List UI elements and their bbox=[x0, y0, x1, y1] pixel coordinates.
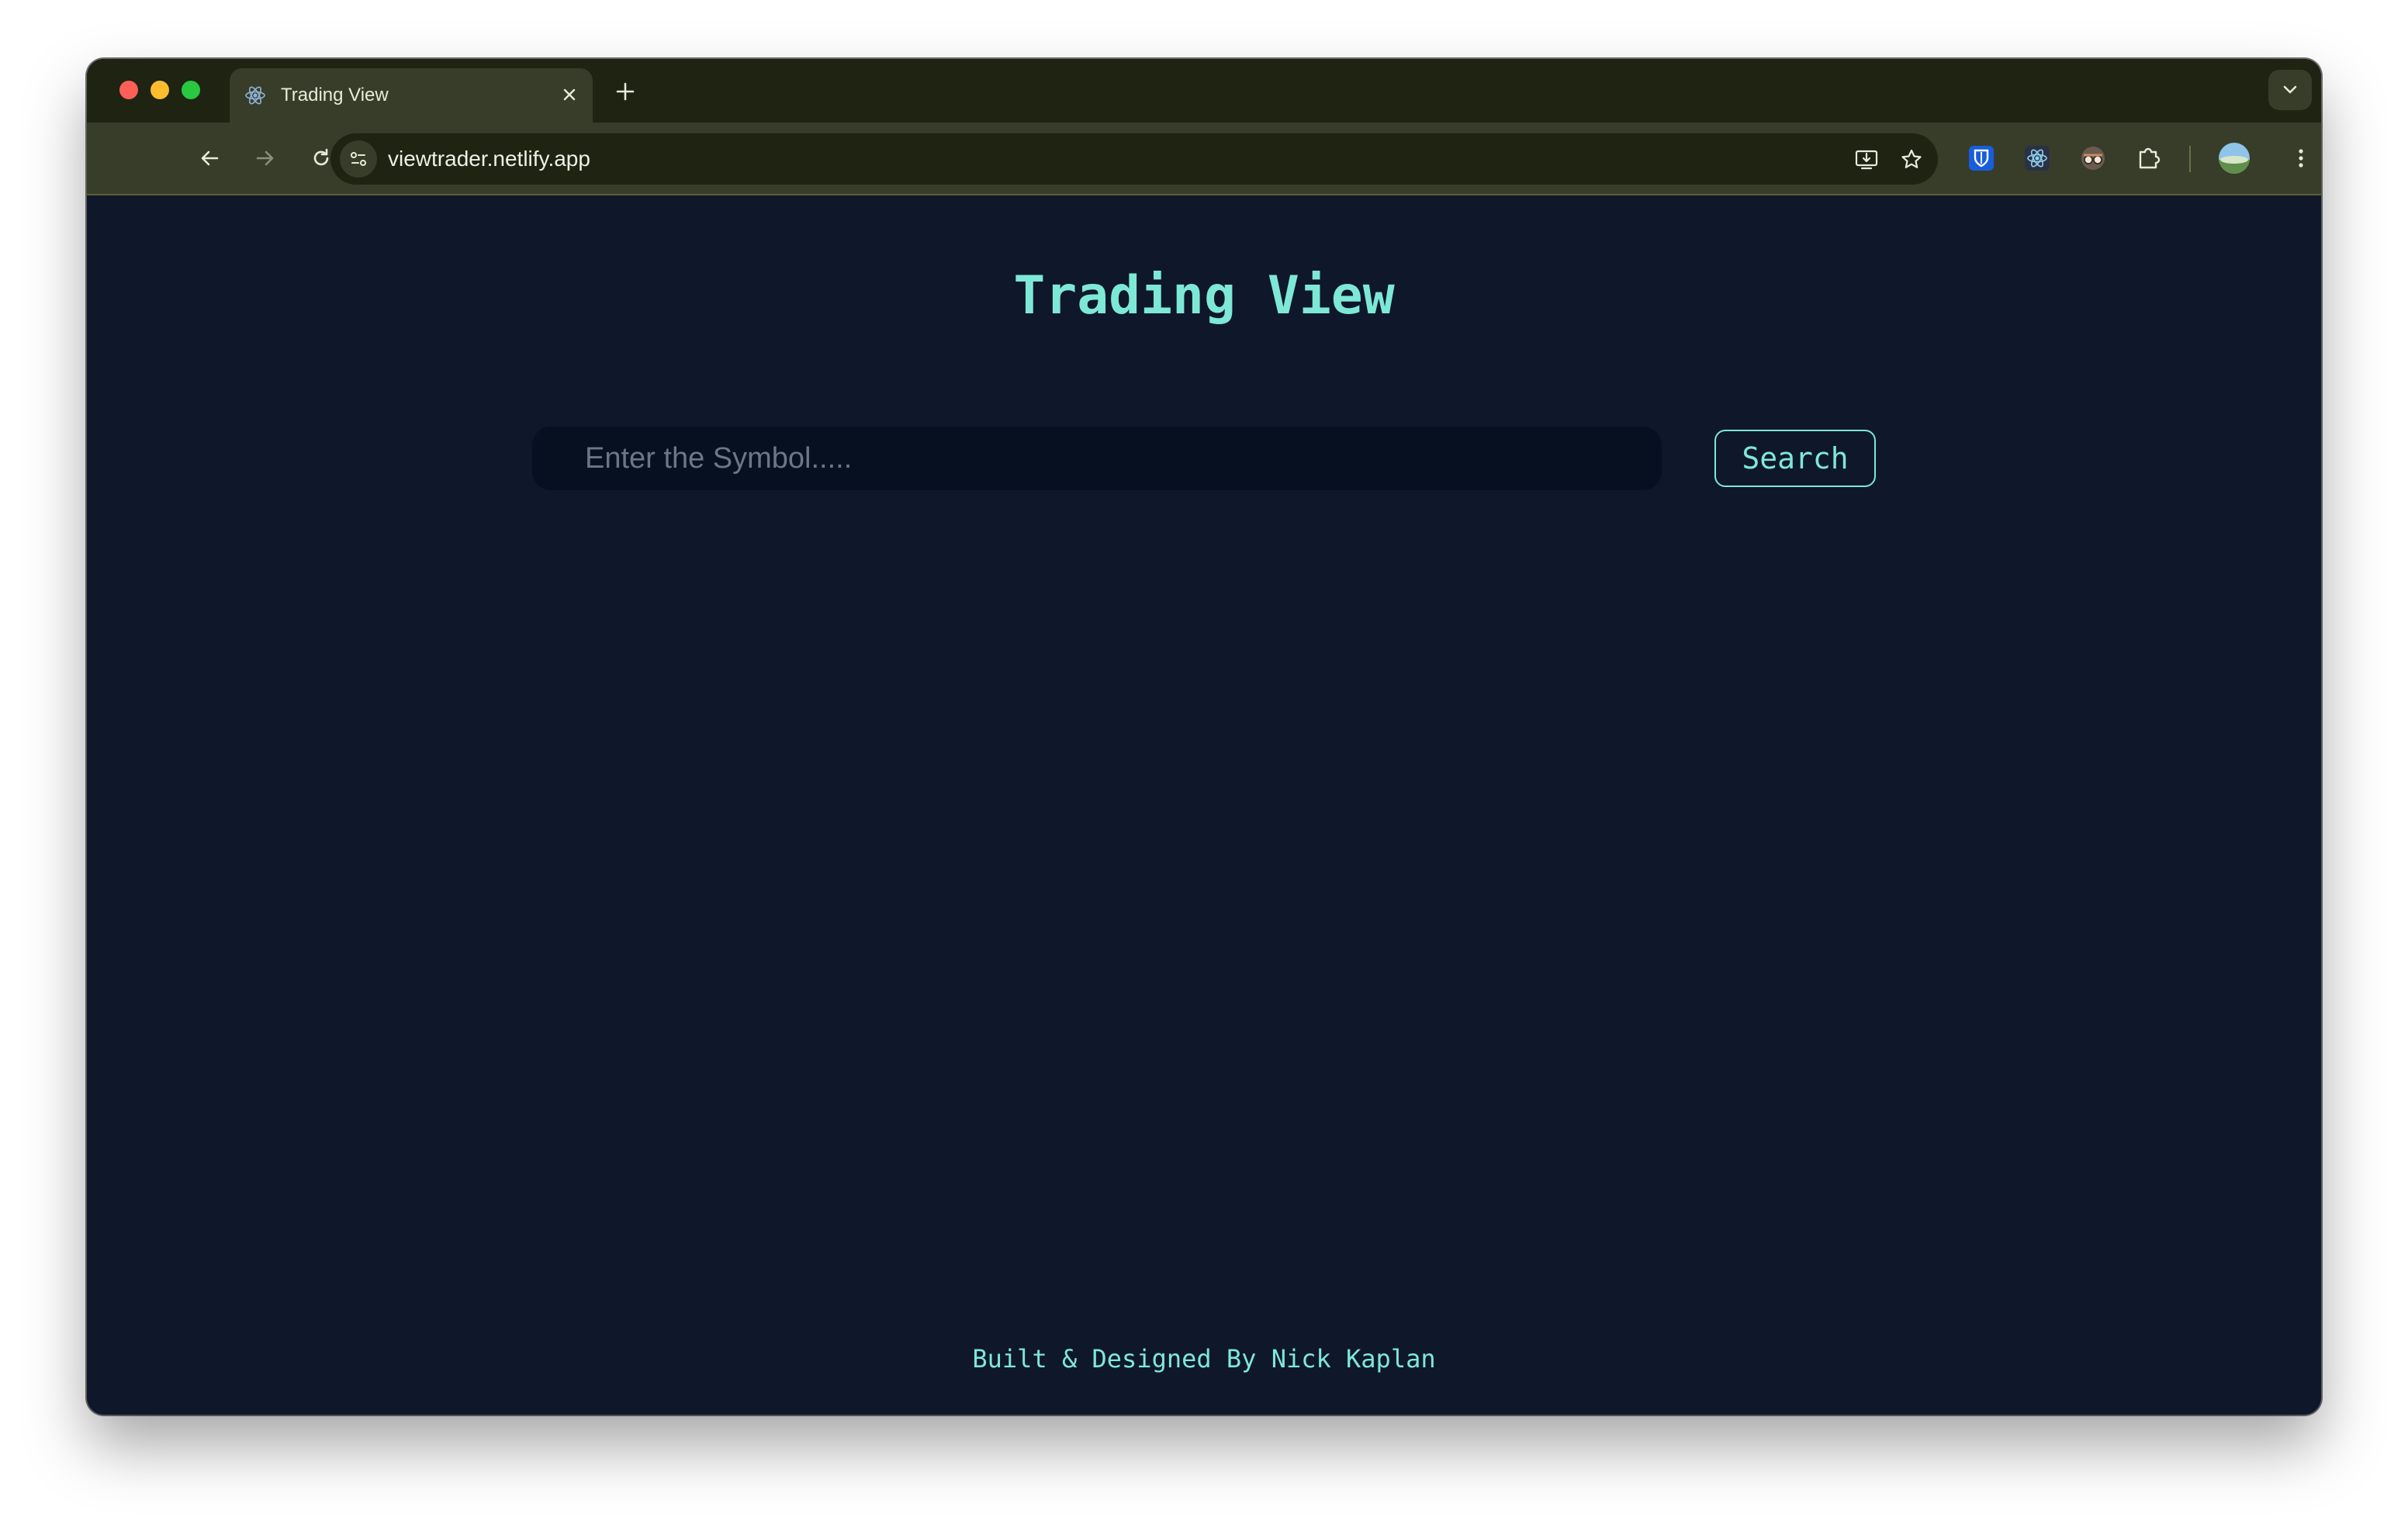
install-app-icon[interactable] bbox=[1851, 144, 1882, 175]
search-button[interactable]: Search bbox=[1714, 430, 1876, 487]
toolbar-divider bbox=[2189, 146, 2191, 172]
page-title: Trading View bbox=[1013, 265, 1395, 327]
site-info-icon bbox=[351, 152, 366, 166]
url-text: viewtrader.netlify.app bbox=[388, 147, 590, 171]
tab-title: Trading View bbox=[281, 85, 389, 105]
tab-strip: Trading View bbox=[87, 59, 2321, 123]
minimize-window-button[interactable] bbox=[150, 81, 169, 99]
tab-search-button[interactable] bbox=[2268, 70, 2312, 110]
react-devtools-icon[interactable] bbox=[2020, 141, 2054, 175]
chevron-down-icon bbox=[2283, 85, 2297, 94]
symbol-search-input[interactable] bbox=[532, 427, 1662, 490]
extensions-puzzle-icon[interactable] bbox=[2132, 141, 2166, 175]
tab-trading-view[interactable]: Trading View bbox=[230, 68, 593, 123]
kebab-menu-icon[interactable] bbox=[2292, 141, 2310, 175]
react-icon bbox=[245, 86, 265, 105]
bitwarden-icon[interactable] bbox=[1964, 141, 1998, 175]
back-arrow-icon[interactable] bbox=[194, 143, 225, 174]
bookmark-star-icon[interactable] bbox=[1896, 144, 1927, 175]
incognito-extension-icon[interactable] bbox=[2076, 141, 2110, 175]
site-info-button[interactable] bbox=[340, 140, 377, 178]
new-tab-plus-icon[interactable] bbox=[611, 78, 639, 105]
browser-toolbar: viewtrader.netlify.app bbox=[87, 123, 2321, 195]
forward-arrow-icon[interactable] bbox=[250, 143, 281, 174]
footer-credit: Built & Designed By Nick Kaplan bbox=[972, 1344, 1436, 1374]
close-icon[interactable] bbox=[557, 82, 582, 107]
browser-window: Trading View viewtrader.netlify.app Trad… bbox=[87, 59, 2321, 1415]
maximize-window-button[interactable] bbox=[182, 81, 200, 99]
address-bar[interactable]: viewtrader.netlify.app bbox=[330, 133, 1938, 185]
profile-avatar-icon[interactable] bbox=[2216, 140, 2253, 177]
page-content: Trading View Search Built & Designed By … bbox=[87, 195, 2321, 1415]
close-window-button[interactable] bbox=[119, 81, 138, 99]
